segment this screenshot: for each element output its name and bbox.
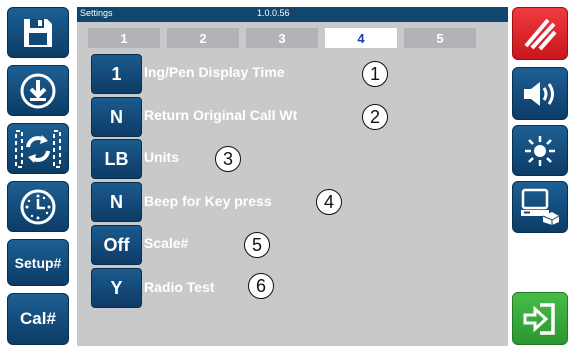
tab-3[interactable]: 3 [246, 28, 318, 48]
scale-value-button[interactable]: Off [91, 225, 142, 265]
return-call-wt-value-button[interactable]: N [91, 97, 142, 137]
units-value-button[interactable]: LB [91, 139, 142, 179]
volume-button[interactable] [512, 67, 568, 120]
sync-icon [15, 129, 61, 168]
speaker-icon [524, 81, 554, 106]
computer-device-icon [521, 188, 560, 225]
download-button[interactable] [7, 65, 69, 116]
setup-button[interactable]: Setup# [7, 239, 69, 286]
callout-3: 3 [215, 146, 241, 172]
cancel-button[interactable] [512, 7, 568, 60]
scale-label: Scale# [144, 235, 189, 251]
callout-2: 2 [362, 104, 388, 130]
tab-4[interactable]: 4 [325, 28, 397, 48]
title-bar: Settings 1.0.0.56 [77, 7, 508, 22]
callout-5: 5 [244, 232, 270, 258]
tab-1[interactable]: 1 [88, 28, 160, 48]
radio-test-value-button[interactable]: Y [91, 268, 142, 308]
window-title: Settings [80, 8, 113, 18]
cal-label: Cal# [20, 309, 56, 328]
display-time-label: Ing/Pen Display Time [144, 64, 285, 80]
download-icon [20, 73, 56, 108]
device-button[interactable] [512, 181, 568, 233]
save-button[interactable] [7, 7, 69, 58]
brightness-button[interactable] [512, 125, 568, 176]
enter-button[interactable] [512, 292, 568, 345]
setup-label: Setup# [14, 254, 62, 271]
display-time-value-button[interactable]: 1 [91, 54, 142, 94]
floppy-disk-icon [24, 18, 52, 47]
beep-value-button[interactable]: N [91, 182, 142, 222]
clock-button[interactable] [7, 181, 69, 232]
tab-5[interactable]: 5 [404, 28, 476, 48]
clock-icon [20, 189, 56, 224]
beep-label: Beep for Key press [144, 193, 272, 209]
slash-cancel-icon [524, 18, 557, 50]
return-call-wt-label: Return Original Call Wt [144, 107, 298, 123]
cal-button[interactable]: Cal# [7, 293, 69, 345]
sync-button[interactable] [7, 123, 69, 174]
enter-arrow-icon [523, 302, 555, 335]
radio-test-label: Radio Test [144, 279, 215, 295]
callout-1: 1 [362, 61, 388, 87]
callout-6: 6 [248, 273, 274, 299]
callout-4: 4 [316, 189, 342, 215]
units-label: Units [144, 149, 179, 165]
brightness-icon [525, 135, 555, 166]
tab-2[interactable]: 2 [167, 28, 239, 48]
version-label: 1.0.0.56 [257, 8, 290, 18]
